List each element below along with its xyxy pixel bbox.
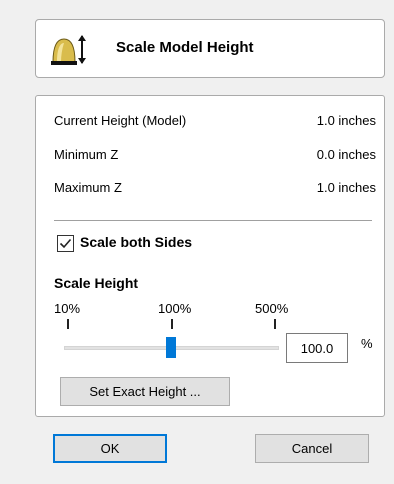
- tick-mark-mid: [171, 319, 173, 329]
- maximum-z-label: Maximum Z: [54, 180, 122, 195]
- tick-label-mid: 100%: [158, 301, 192, 316]
- ok-button[interactable]: OK: [53, 434, 167, 463]
- unit-label: %: [361, 336, 373, 351]
- tick-label-max: 500%: [255, 301, 289, 316]
- divider: [54, 220, 372, 221]
- scale-value-input[interactable]: [286, 333, 348, 363]
- tick-mark-max: [274, 319, 276, 329]
- tick-mark-min: [67, 319, 69, 329]
- dialog-header: Scale Model Height: [35, 19, 385, 78]
- current-height-value: 1.0 inches: [316, 113, 376, 128]
- minimum-z-label: Minimum Z: [54, 147, 119, 162]
- scale-slider-thumb[interactable]: [166, 337, 176, 358]
- scale-both-sides-label: Scale both Sides: [80, 234, 193, 250]
- set-exact-height-button[interactable]: Set Exact Height ...: [60, 377, 230, 406]
- cancel-button[interactable]: Cancel: [255, 434, 369, 463]
- dialog-title: Scale Model Height: [116, 39, 254, 56]
- tick-label-min: 10%: [54, 301, 81, 316]
- checkmark-icon: [59, 238, 72, 249]
- scale-model-icon: [51, 32, 87, 66]
- checkbox-box[interactable]: [57, 235, 74, 252]
- maximum-z-value: 1.0 inches: [316, 180, 376, 195]
- info-row-current-height: Current Height (Model) 1.0 inches: [54, 113, 376, 133]
- info-row-maximum-z: Maximum Z 1.0 inches: [54, 180, 376, 200]
- current-height-label: Current Height (Model): [54, 113, 187, 128]
- info-row-minimum-z: Minimum Z 0.0 inches: [54, 147, 376, 167]
- minimum-z-value: 0.0 inches: [316, 147, 376, 162]
- scale-height-title: Scale Height: [54, 275, 139, 291]
- settings-panel: Current Height (Model) 1.0 inches Minimu…: [35, 95, 385, 417]
